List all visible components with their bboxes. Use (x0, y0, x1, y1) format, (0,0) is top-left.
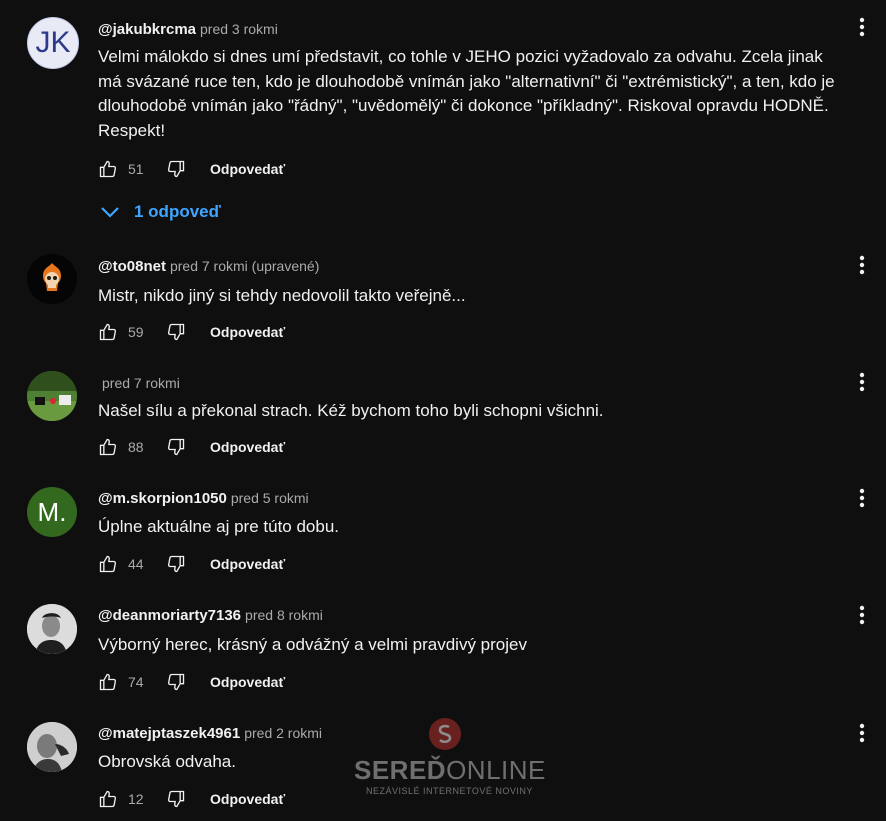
avatar-initials: M. (37, 496, 67, 527)
avatar[interactable] (27, 371, 77, 421)
avatar[interactable] (27, 604, 77, 654)
view-replies-button[interactable]: 1 odpoveď (100, 198, 221, 226)
watermark-title-light: ONLINE (446, 755, 546, 785)
like-icon[interactable] (96, 552, 120, 576)
like-count: 74 (128, 674, 144, 690)
comment-author[interactable]: @jakubkrcma (98, 21, 196, 38)
replies-count-label: 1 odpoveď (134, 202, 221, 221)
comment-time[interactable]: pred 3 rokmi (200, 21, 278, 37)
watermark-logo-icon (429, 718, 461, 750)
more-options-icon[interactable] (850, 253, 874, 277)
comment-text: Výborný herec, krásný a odvážný a velmi … (98, 635, 527, 654)
comment-time[interactable]: pred 7 rokmi (upravené) (170, 258, 319, 274)
comment-time[interactable]: pred 5 rokmi (231, 490, 309, 506)
comment-header: @deanmoriarty7136 pred 8 rokmi (98, 605, 323, 626)
comment-time[interactable]: pred 2 rokmi (244, 725, 322, 741)
reply-button[interactable]: Odpovedať (210, 324, 285, 340)
like-count: 59 (128, 324, 144, 340)
flaming-skull-icon (27, 254, 77, 304)
reply-button[interactable]: Odpovedať (210, 161, 285, 177)
comment-actions: 12 Odpovedať (96, 787, 285, 811)
avatar-initials: JK (35, 26, 71, 59)
person-photo-icon (27, 722, 77, 772)
like-count: 51 (128, 161, 144, 177)
watermark-title: SEREĎONLINE (354, 755, 546, 786)
like-count: 44 (128, 556, 144, 572)
comment-time[interactable]: pred 7 rokmi (102, 375, 180, 391)
like-count: 12 (128, 791, 144, 807)
dislike-icon[interactable] (164, 787, 188, 811)
comment-header: @matejptaszek4961 pred 2 rokmi (98, 723, 322, 744)
comment-header: pred 7 rokmi (98, 373, 180, 394)
comment-header: @jakubkrcma pred 3 rokmi (98, 19, 278, 40)
more-options-icon[interactable] (850, 486, 874, 510)
comment-actions: 59 Odpovedať (96, 320, 285, 344)
like-icon[interactable] (96, 670, 120, 694)
comment-author[interactable]: @to08net (98, 258, 166, 275)
comment-text: Mistr, nikdo jiný si tehdy nedovolil tak… (98, 286, 466, 305)
like-count: 88 (128, 439, 144, 455)
comment-time[interactable]: pred 8 rokmi (245, 607, 323, 623)
dislike-icon[interactable] (164, 552, 188, 576)
comment-text: Velmi málokdo si dnes umí představit, co… (98, 47, 835, 140)
reply-button[interactable]: Odpovedať (210, 674, 285, 690)
person-photo-icon (27, 604, 77, 654)
reply-button[interactable]: Odpovedať (210, 791, 285, 807)
comment-actions: 51 Odpovedať (96, 157, 285, 181)
comment-actions: 88 Odpovedať (96, 435, 285, 459)
watermark-subtitle: NEZÁVISLÉ INTERNETOVÉ NOVINY (366, 786, 533, 796)
avatar[interactable] (27, 254, 77, 304)
landscape-photo-icon (27, 371, 77, 421)
more-options-icon[interactable] (850, 721, 874, 745)
comment-text: Úplne aktuálne aj pre túto dobu. (98, 517, 340, 536)
like-icon[interactable] (96, 435, 120, 459)
dislike-icon[interactable] (164, 157, 188, 181)
dislike-icon[interactable] (164, 670, 188, 694)
like-icon[interactable] (96, 157, 120, 181)
avatar[interactable] (27, 722, 77, 772)
reply-button[interactable]: Odpovedať (210, 439, 285, 455)
more-options-icon[interactable] (850, 15, 874, 39)
like-icon[interactable] (96, 787, 120, 811)
comment-author[interactable]: @m.skorpion1050 (98, 490, 227, 507)
comment-author[interactable]: @matejptaszek4961 (98, 725, 240, 742)
watermark: SEREĎONLINE NEZÁVISLÉ INTERNETOVÉ NOVINY (354, 718, 545, 802)
comment-header: @to08net pred 7 rokmi (upravené) (98, 256, 319, 277)
avatar[interactable]: JK (27, 17, 79, 69)
avatar[interactable]: M. (27, 487, 77, 537)
chevron-down-icon (101, 207, 119, 218)
dislike-icon[interactable] (164, 435, 188, 459)
more-options-icon[interactable] (850, 603, 874, 627)
more-options-icon[interactable] (850, 370, 874, 394)
comment-actions: 74 Odpovedať (96, 670, 285, 694)
dislike-icon[interactable] (164, 320, 188, 344)
like-icon[interactable] (96, 320, 120, 344)
comment-header: @m.skorpion1050 pred 5 rokmi (98, 488, 309, 509)
reply-button[interactable]: Odpovedať (210, 556, 285, 572)
watermark-title-bold: SEREĎ (354, 755, 447, 785)
comment-text: Našel sílu a překonal strach. Kéž bychom… (98, 401, 604, 420)
comment-actions: 44 Odpovedať (96, 552, 285, 576)
comment-author[interactable]: @deanmoriarty7136 (98, 607, 241, 624)
